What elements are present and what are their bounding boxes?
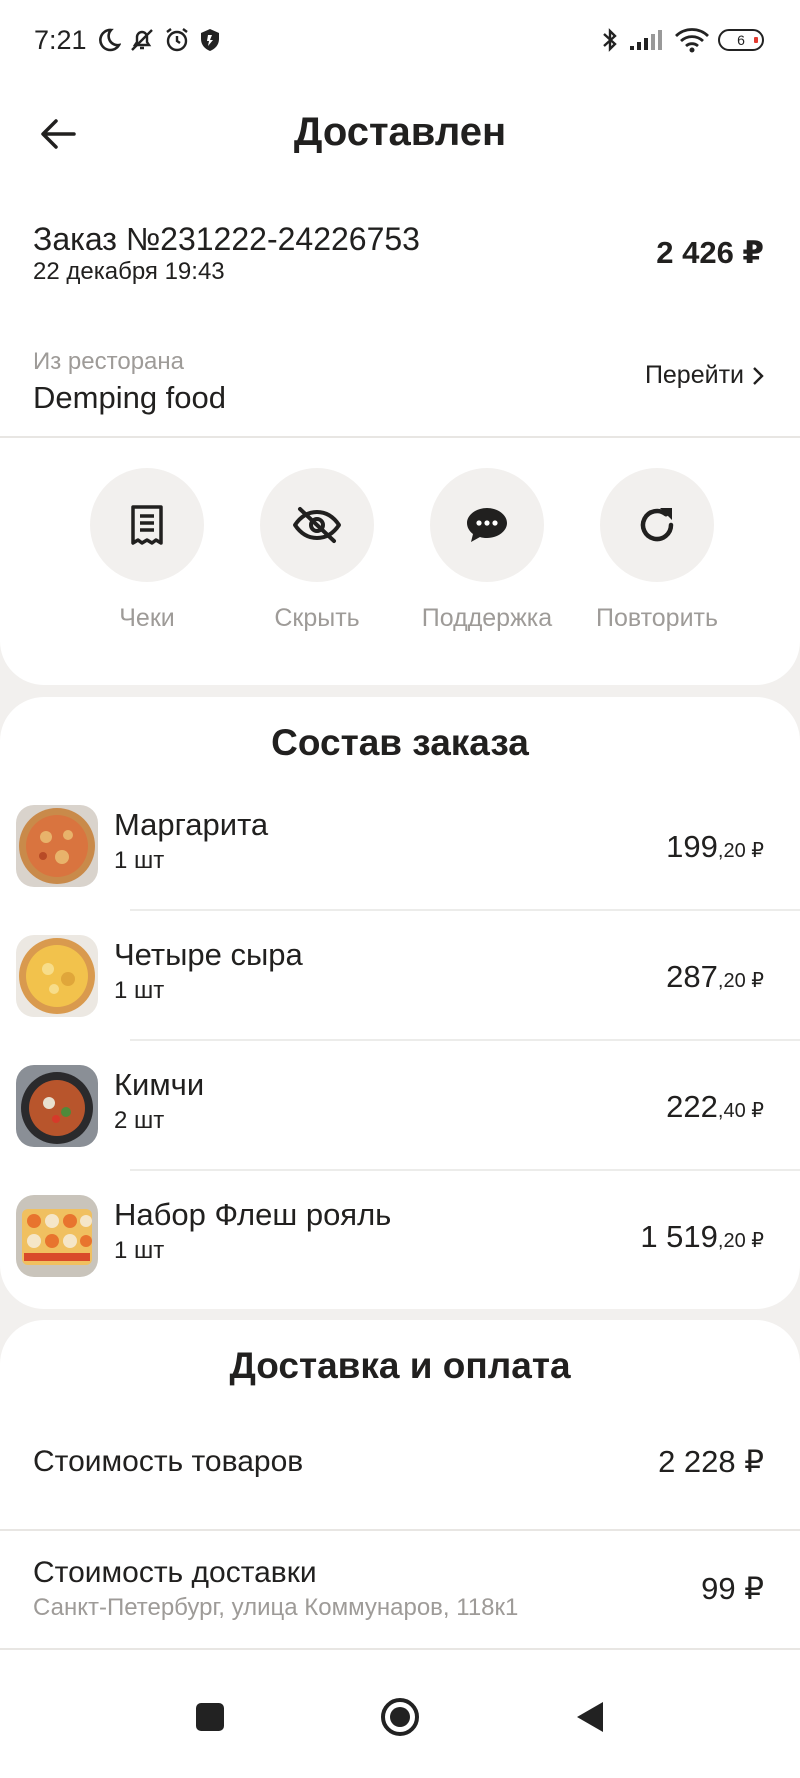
order-items-list: Маргарита 1 шт 199,20 ₽ Четыре сыра 1 шт… — [0, 805, 800, 1325]
back-triangle-icon — [577, 1702, 603, 1732]
receipt-icon — [131, 505, 163, 545]
hide-button-circle — [260, 468, 374, 582]
item-qty: 1 шт — [114, 977, 165, 1004]
order-date: 22 декабря 19:43 — [33, 258, 225, 285]
bell-off-icon — [129, 27, 155, 53]
home-button[interactable] — [370, 1687, 430, 1747]
alarm-icon — [163, 26, 191, 54]
item-price-kop: ,40 ₽ — [717, 1100, 764, 1122]
order-summary-card: Доставлен Заказ №231222-24226753 22 дека… — [0, 80, 800, 685]
item-price: 287,20 ₽ — [666, 959, 764, 995]
repeat-label: Повторить — [595, 604, 719, 632]
repeat-button-circle — [600, 468, 714, 582]
repeat-icon — [640, 508, 674, 542]
signal-icon — [628, 28, 666, 52]
delivery-address: Санкт-Петербург, улица Коммунаров, 118к1 — [33, 1594, 519, 1621]
order-details: Заказ №231222-24226753 22 декабря 19:43 — [33, 220, 420, 286]
receipts-label: Чеки — [119, 604, 175, 632]
goods-cost-value: 2 228 ₽ — [658, 1444, 764, 1479]
item-price-kop: ,20 ₽ — [717, 970, 764, 992]
status-time: 7:21 — [34, 24, 87, 55]
delivery-cost-row: Стоимость доставки Санкт-Петербург, улиц… — [33, 1556, 764, 1622]
item-name: Четыре сыра — [114, 937, 303, 972]
item-divider — [130, 1169, 800, 1171]
delivery-payment-card: Доставка и оплата Стоимость товаров 2 22… — [0, 1320, 800, 1656]
item-name: Кимчи — [114, 1067, 205, 1102]
item-divider — [130, 909, 800, 911]
item-name: Набор Флеш рояль — [114, 1197, 392, 1232]
item-price: 199,20 ₽ — [666, 829, 764, 865]
item-price-main: 1 519 — [640, 1219, 718, 1254]
chevron-right-icon — [753, 366, 764, 385]
item-price: 1 519,20 ₽ — [640, 1219, 764, 1255]
item-price-main: 199 — [666, 829, 718, 864]
shield-icon — [199, 28, 221, 52]
restaurant-details: Из ресторана Demping food — [33, 348, 226, 416]
list-item[interactable]: Набор Флеш рояль 1 шт 1 519,20 ₽ — [0, 1195, 800, 1325]
receipts-button-circle — [90, 468, 204, 582]
divider — [0, 436, 800, 438]
support-button[interactable]: Поддержка — [402, 468, 572, 633]
order-total: 2 426 ₽ — [656, 235, 764, 270]
delivery-cost-value: 99 ₽ — [701, 1571, 764, 1606]
restaurant-name: Demping food — [33, 380, 227, 415]
item-qty: 1 шт — [114, 847, 165, 874]
divider — [0, 1529, 800, 1531]
item-price-kop: ,20 ₽ — [717, 1230, 764, 1252]
item-divider — [130, 1039, 800, 1041]
wifi-icon — [674, 27, 710, 53]
status-right: 6 — [600, 26, 764, 54]
item-price-kop: ,20 ₽ — [717, 840, 764, 862]
hide-button[interactable]: Скрыть — [232, 468, 402, 633]
sushi-set-image — [16, 1195, 98, 1277]
order-actions: Чеки Скрыть Поддержка Повторить — [62, 468, 742, 633]
battery-icon: 6 — [718, 29, 764, 51]
system-nav-bar — [0, 1656, 800, 1778]
go-to-label: Перейти — [644, 361, 744, 389]
divider — [0, 1648, 800, 1650]
status-left: 7:21 — [34, 25, 221, 56]
order-info: Заказ №231222-24226753 22 декабря 19:43 … — [33, 220, 764, 286]
kimchi-soup-image — [16, 1065, 98, 1147]
hide-label: Скрыть — [274, 604, 360, 632]
home-circle-icon — [381, 1698, 419, 1736]
go-to-restaurant-link[interactable]: Перейти — [645, 361, 764, 390]
repeat-button[interactable]: Повторить — [572, 468, 742, 633]
support-button-circle — [430, 468, 544, 582]
list-item[interactable]: Четыре сыра 1 шт 287,20 ₽ — [0, 935, 800, 1065]
order-number: Заказ №231222-24226753 — [33, 221, 420, 257]
restaurant-label: Из ресторана — [33, 348, 184, 375]
recents-button[interactable] — [180, 1687, 240, 1747]
chat-icon — [467, 508, 507, 542]
top-bar: Доставлен — [0, 80, 800, 190]
item-qty: 2 шт — [114, 1107, 165, 1134]
delivery-cost-label: Стоимость доставки — [33, 1556, 317, 1589]
status-bar: 7:21 6 — [0, 0, 800, 80]
moon-icon — [95, 27, 121, 53]
receipts-button[interactable]: Чеки — [62, 468, 232, 633]
page-title: Доставлен — [293, 110, 507, 154]
goods-cost-row: Стоимость товаров 2 228 ₽ — [33, 1444, 764, 1480]
item-name: Маргарита — [114, 807, 269, 842]
back-nav-button[interactable] — [560, 1687, 620, 1747]
support-label: Поддержка — [421, 604, 553, 632]
battery-level: 6 — [737, 32, 745, 48]
restaurant-info: Из ресторана Demping food Перейти — [33, 348, 764, 416]
bluetooth-icon — [600, 26, 620, 54]
goods-cost-label: Стоимость товаров — [33, 1445, 304, 1478]
item-price-main: 222 — [666, 1089, 718, 1124]
delivery-title: Доставка и оплата — [229, 1345, 571, 1386]
item-price-main: 287 — [666, 959, 718, 994]
pizza-margherita-image — [16, 805, 98, 887]
list-item[interactable]: Кимчи 2 шт 222,40 ₽ — [0, 1065, 800, 1195]
pizza-four-cheese-image — [16, 935, 98, 1017]
delivery-cost-details: Стоимость доставки Санкт-Петербург, улиц… — [33, 1556, 518, 1622]
eye-off-icon — [293, 507, 341, 543]
recents-square-icon — [196, 1703, 224, 1731]
order-items-card: Состав заказа Маргарита 1 шт 199,20 ₽ Че… — [0, 697, 800, 1309]
item-qty: 1 шт — [114, 1237, 165, 1264]
item-price: 222,40 ₽ — [666, 1089, 764, 1125]
order-items-title: Состав заказа — [271, 722, 529, 763]
list-item[interactable]: Маргарита 1 шт 199,20 ₽ — [0, 805, 800, 935]
